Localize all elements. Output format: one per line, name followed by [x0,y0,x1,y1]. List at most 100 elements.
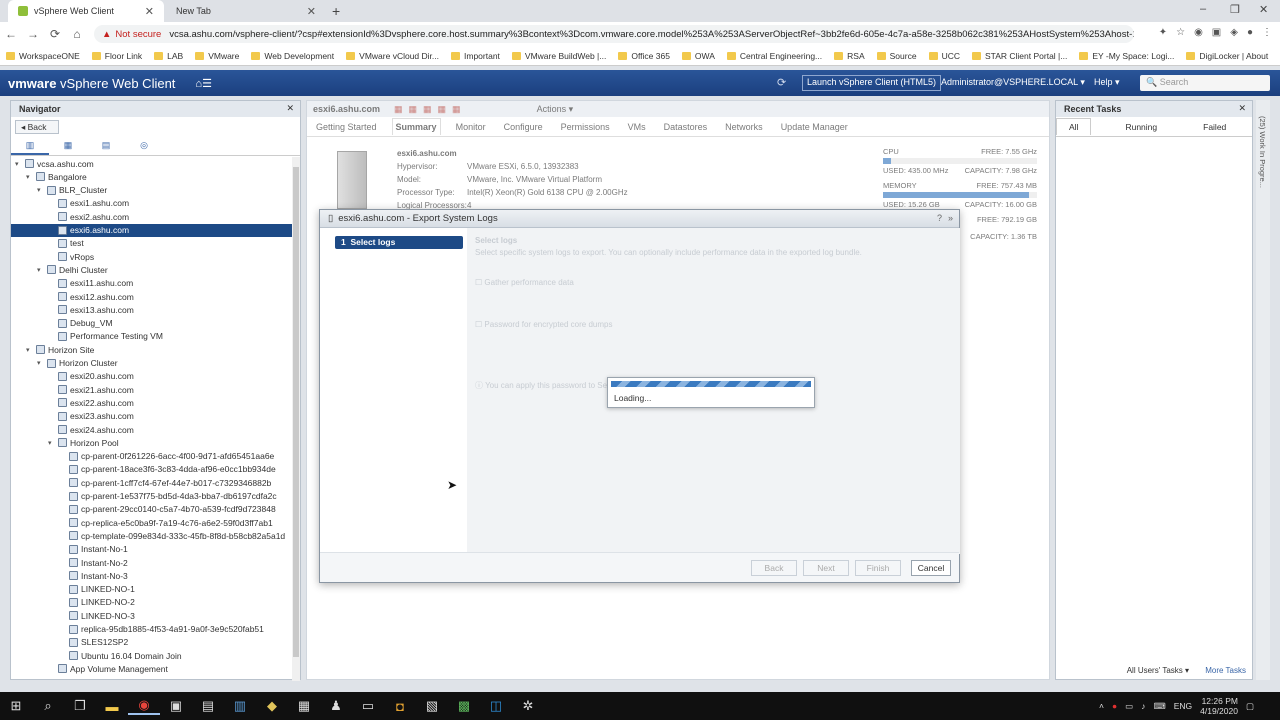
minimize-icon[interactable]: – [1200,3,1206,15]
app-icon[interactable]: ♟ [320,698,352,714]
bookmark-item[interactable]: VMware BuildWeb |... [511,51,606,61]
app-icon[interactable]: ▤ [192,698,224,714]
network-icon[interactable]: ▭ [1125,701,1133,712]
app-icon[interactable]: ▦ [288,698,320,714]
tree-node[interactable]: Ubuntu 16.04 Domain Join [11,649,182,662]
tree-node[interactable]: esxi13.ashu.com [11,303,134,316]
tree-toggle-icon[interactable]: ▾ [37,266,45,274]
app-icon[interactable]: ▩ [448,698,480,714]
extension-icon[interactable]: ✦ [1159,27,1167,38]
bookmark-item[interactable]: UCC [928,51,960,61]
tree-toggle-icon[interactable]: ▾ [26,346,34,354]
launch-html5-button[interactable]: Launch vSphere Client (HTML5) [802,75,942,91]
tree-node[interactable]: Instant-No-2 [11,556,128,569]
tree-node[interactable]: cp-parent-1e537f75-bd5d-4da3-bba7-db6197… [11,490,277,503]
tree-node[interactable]: esxi20.ashu.com [11,370,134,383]
bookmark-item[interactable]: DigiLocker | About [1186,51,1268,61]
tree-node[interactable]: esxi24.ashu.com [11,423,134,436]
tree-toggle-icon[interactable]: ▾ [15,160,23,168]
tree-node[interactable]: cp-parent-0f261226-6acc-4f00-9d71-afd654… [11,450,274,463]
bookmark-item[interactable]: EY -My Space: Logi... [1079,51,1174,61]
tray-chevron-icon[interactable]: ˄ [1099,701,1104,711]
extension-icon[interactable]: ▣ [1212,27,1221,38]
bookmark-item[interactable]: Source [876,51,917,61]
bookmark-item[interactable]: OWA [681,51,715,61]
task-view-icon[interactable]: ❐ [64,698,96,714]
tree-toggle-icon[interactable]: ▾ [26,173,34,181]
cancel-button[interactable]: Cancel [911,560,951,576]
app-icon[interactable]: ▧ [416,698,448,714]
tree-node[interactable]: esxi1.ashu.com [11,197,129,210]
bookmark-item[interactable]: Office 365 [618,51,670,61]
app-icon[interactable]: ✲ [512,698,544,714]
bookmark-item[interactable]: STAR Client Portal |... [971,51,1067,61]
tree-node[interactable]: ▾ Bangalore [11,170,87,183]
extension-icon[interactable]: ◉ [1194,27,1203,38]
tree-node[interactable]: esxi21.ashu.com [11,383,134,396]
app-icon[interactable]: ▥ [224,698,256,714]
pin-icon[interactable]: ✕ [1238,103,1246,114]
clock[interactable]: 12:26 PM 4/19/2020 [1200,696,1238,716]
navigator-back-button[interactable]: ◂ Back [15,120,59,134]
back-arrow-icon[interactable]: ← [0,27,22,41]
reload-icon[interactable]: ⟳ [44,27,66,41]
tree-node[interactable]: ▾ Delhi Cluster [11,263,108,276]
step-select-logs[interactable]: 1 Select logs [335,236,463,249]
tree-node[interactable]: esxi2.ashu.com [11,210,129,223]
back-button[interactable]: Back [751,560,797,576]
tab-failed[interactable]: Failed [1191,119,1238,135]
tree-node[interactable]: esxi12.ashu.com [11,290,134,303]
close-tab-icon[interactable]: ✕ [145,5,154,18]
more-tasks-link[interactable]: More Tasks [1205,666,1246,675]
tree-toggle-icon[interactable]: ▾ [48,439,56,447]
tree-node[interactable]: ▾ vcsa.ashu.com [11,157,94,170]
tree-node[interactable]: cp-parent-29cc0140-c5a7-4b70-a539-fcdf9d… [11,503,276,516]
refresh-icon[interactable]: ⟳ [777,76,786,89]
close-window-icon[interactable]: ✕ [1259,3,1268,16]
bookmark-item[interactable]: RSA [834,51,865,61]
browser-tab-newtab[interactable]: New Tab ✕ [166,0,326,22]
tree-node[interactable]: ▾ Horizon Cluster [11,357,118,370]
tree-node[interactable]: LINKED-NO-1 [11,583,135,596]
tree-node[interactable]: Instant-No-3 [11,569,128,582]
finish-button[interactable]: Finish [855,560,901,576]
expand-icon[interactable]: » [948,213,953,223]
language-indicator[interactable]: ENG [1174,701,1192,711]
tree-node[interactable]: SLES12SP2 [11,636,128,649]
tree-node[interactable]: esxi6.ashu.com [11,223,294,237]
work-in-progress-strip[interactable]: (25) Work In Progre... [1256,100,1270,680]
tree-node[interactable]: vRops [11,250,94,263]
new-tab-icon[interactable]: + [332,3,340,19]
tab-all[interactable]: All [1056,118,1092,135]
tree-node[interactable]: test [11,237,84,250]
app-icon[interactable]: ◘ [384,699,416,714]
tree-node[interactable]: cp-parent-18ace3f6-3c83-4dda-af96-e0cc1b… [11,463,276,476]
tree-toggle-icon[interactable]: ▾ [37,186,45,194]
task-filter-dropdown[interactable]: All Users' Tasks ▾ [1127,666,1189,675]
volume-icon[interactable]: ♪ [1141,701,1145,711]
bookmark-item[interactable]: Important [451,51,500,61]
forward-arrow-icon[interactable]: → [22,27,44,41]
chrome-icon[interactable]: ◉ [128,697,160,715]
profile-avatar-icon[interactable]: ● [1247,27,1253,38]
extension-icon[interactable]: ◈ [1230,27,1238,38]
bookmark-star-icon[interactable]: ☆ [1176,27,1185,38]
tree-node[interactable]: esxi11.ashu.com [11,277,133,290]
pin-icon[interactable]: ✕ [286,103,294,114]
close-tab-icon[interactable]: ✕ [307,5,316,18]
bookmark-item[interactable]: VMware [195,51,239,61]
tab-running[interactable]: Running [1113,119,1169,135]
bookmark-item[interactable]: LAB [154,51,183,61]
url-input[interactable]: ▲ Not secure vcsa.ashu.com/vsphere-clien… [94,25,1134,43]
notifications-icon[interactable]: ▢ [1246,701,1254,712]
tree-node[interactable]: ▾ Horizon Pool [11,436,119,449]
tree-toggle-icon[interactable]: ▾ [37,359,45,367]
scrollbar-thumb[interactable] [293,167,299,657]
app-icon[interactable]: ◫ [480,698,512,714]
tree-node[interactable]: LINKED-NO-2 [11,596,135,609]
user-menu[interactable]: Administrator@VSPHERE.LOCAL ▾ [941,77,1085,88]
restore-icon[interactable]: ❐ [1230,3,1240,16]
home-menu-icon[interactable]: ⌂☰ [195,77,212,90]
menu-icon[interactable]: ⋮ [1262,27,1272,38]
tree-node[interactable]: esxi23.ashu.com [11,410,134,423]
